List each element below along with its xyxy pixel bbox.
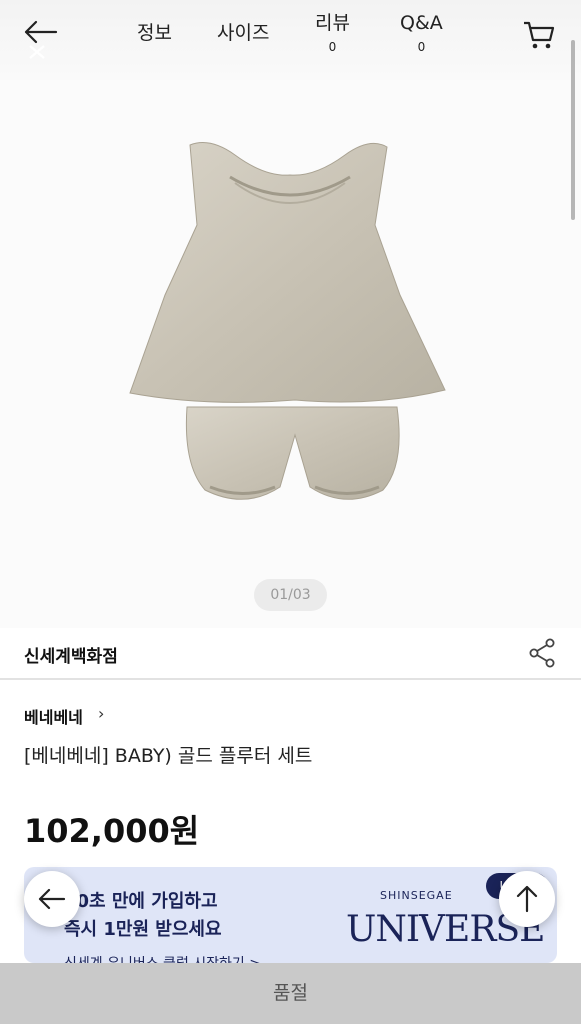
brand-link[interactable]: 베네베네 bbox=[24, 704, 83, 728]
soldout-label: 품절 bbox=[273, 982, 308, 1004]
banner-brand-small: SHINSEGAE bbox=[380, 889, 453, 902]
tab-info-label: 정보 bbox=[137, 22, 172, 44]
store-name: 신세계백화점 bbox=[24, 647, 118, 667]
tab-size[interactable]: 사이즈 bbox=[217, 22, 269, 44]
store-row: 신세계백화점 bbox=[0, 628, 581, 680]
review-count: 0 bbox=[328, 40, 337, 54]
back-float-button[interactable] bbox=[24, 871, 80, 927]
scroll-top-button[interactable] bbox=[499, 871, 555, 927]
product-title: [베네베네] BABY) 골드 플루터 세트 bbox=[24, 745, 313, 767]
top-nav-bar: 정보 사이즈 리뷰 0 Q&A 0 bbox=[0, 0, 581, 80]
tab-qna[interactable]: Q&A 0 bbox=[400, 12, 443, 58]
cart-icon[interactable] bbox=[522, 18, 556, 52]
tab-qna-label: Q&A bbox=[400, 12, 443, 34]
soldout-button[interactable]: 품절 bbox=[0, 963, 581, 1024]
share-icon[interactable] bbox=[528, 638, 556, 668]
product-price: 102,000원 bbox=[24, 812, 200, 850]
back-close-icon[interactable] bbox=[22, 16, 62, 60]
tab-info[interactable]: 정보 bbox=[137, 22, 172, 44]
tab-review-label: 리뷰 bbox=[315, 12, 350, 34]
chevron-right-icon[interactable]: › bbox=[98, 704, 104, 723]
arrow-left-icon bbox=[38, 888, 66, 910]
arrow-up-icon bbox=[516, 885, 538, 913]
banner-line-3: 신세계 유니버스 클럽 시작하기 > bbox=[64, 953, 261, 963]
product-image bbox=[129, 142, 446, 500]
qna-count: 0 bbox=[417, 40, 426, 54]
promo-banner[interactable]: 10초 만에 가입하고 즉시 1만원 받으세요 신세계 유니버스 클럽 시작하기… bbox=[24, 867, 557, 963]
scrollbar[interactable] bbox=[571, 40, 575, 220]
tab-size-label: 사이즈 bbox=[217, 22, 270, 44]
image-counter: 01/03 bbox=[254, 579, 327, 611]
banner-line-2: 즉시 1만원 받으세요 bbox=[64, 919, 222, 940]
tab-review[interactable]: 리뷰 0 bbox=[315, 12, 350, 58]
banner-line-1: 10초 만에 가입하고 bbox=[64, 891, 218, 912]
